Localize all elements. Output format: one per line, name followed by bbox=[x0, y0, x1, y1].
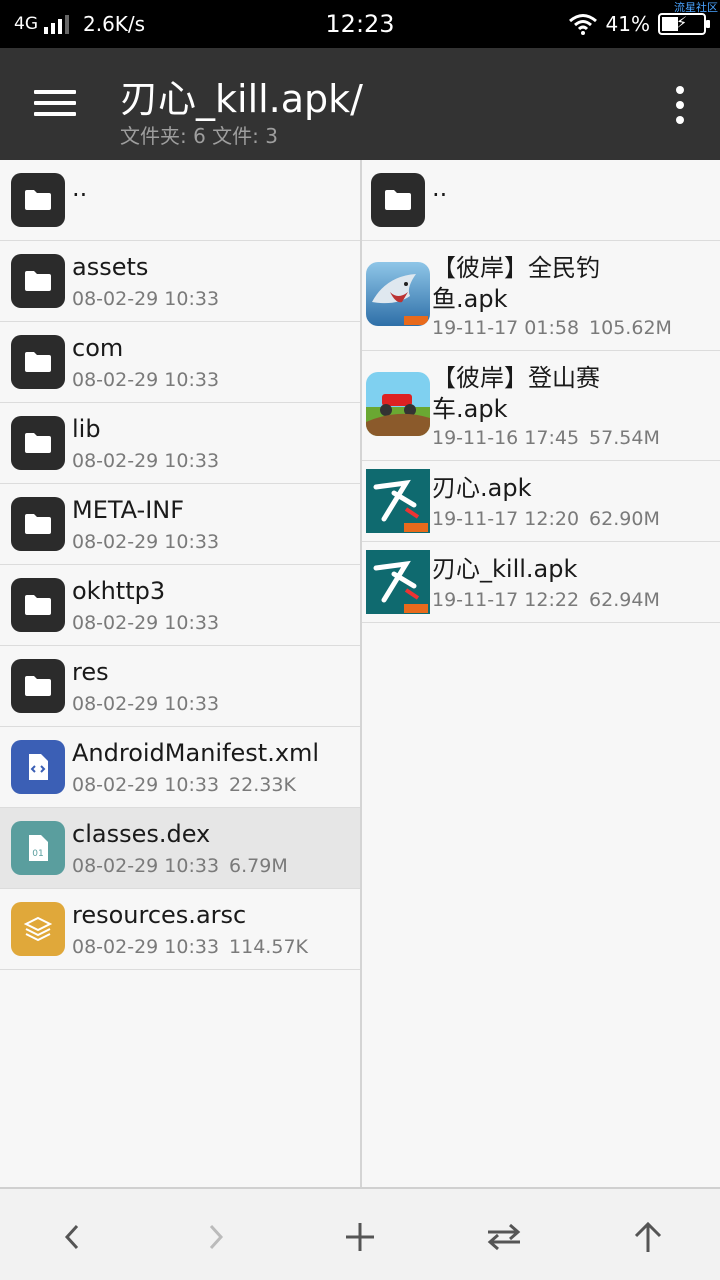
add-icon[interactable] bbox=[340, 1217, 380, 1257]
battery-icon: ⚡ bbox=[658, 13, 710, 35]
item-date: 08-02-29 10:33 bbox=[72, 288, 220, 310]
list-item[interactable]: assets 08-02-29 10:33 bbox=[0, 241, 360, 322]
list-item[interactable]: lib 08-02-29 10:33 bbox=[0, 403, 360, 484]
item-name: .. bbox=[432, 174, 448, 202]
item-name: classes.dex bbox=[72, 820, 211, 848]
folder-icon bbox=[371, 173, 425, 227]
item-meta: 08-02-29 10:33 114.57K bbox=[72, 936, 308, 958]
folder-icon bbox=[11, 659, 65, 713]
item-date: 08-02-29 10:33 bbox=[72, 855, 220, 877]
item-date: 19-11-17 01:58 bbox=[432, 317, 580, 339]
folder-icon bbox=[11, 335, 65, 389]
item-size: 22.33K bbox=[229, 774, 296, 796]
item-date: 19-11-17 12:22 bbox=[432, 589, 580, 611]
list-item-parent[interactable]: .. bbox=[362, 160, 720, 241]
item-size: 105.62M bbox=[589, 317, 672, 339]
status-right: 41% ⚡ bbox=[568, 12, 710, 36]
item-name: META-INF bbox=[72, 496, 185, 524]
item-size: 62.90M bbox=[589, 508, 660, 530]
right-file-pane[interactable]: .. 【彼岸】全民钓鱼.apk 19-11-17 01:58 105.62M 【彼… bbox=[362, 160, 720, 1187]
list-item-selected[interactable]: 01 classes.dex 08-02-29 10:33 6.79M bbox=[0, 808, 360, 889]
battery-percent: 41% bbox=[605, 12, 650, 36]
item-date: 19-11-17 12:20 bbox=[432, 508, 580, 530]
bottom-action-bar bbox=[0, 1187, 720, 1280]
item-name: com bbox=[72, 334, 124, 362]
list-item[interactable]: okhttp3 08-02-29 10:33 bbox=[0, 565, 360, 646]
item-name: res bbox=[72, 658, 109, 686]
item-name: okhttp3 bbox=[72, 577, 166, 605]
back-icon[interactable] bbox=[52, 1217, 92, 1257]
list-item-parent[interactable]: .. bbox=[0, 160, 360, 241]
hamburger-menu-icon[interactable] bbox=[34, 86, 76, 120]
path-title: 刃心_kill.apk/ bbox=[120, 77, 363, 121]
item-size: 114.57K bbox=[229, 936, 308, 958]
more-options-icon[interactable] bbox=[674, 86, 686, 124]
left-file-pane[interactable]: .. assets 08-02-29 10:33 com 08-02-29 10… bbox=[0, 160, 360, 1187]
list-item[interactable]: resources.arsc 08-02-29 10:33 114.57K bbox=[0, 889, 360, 970]
svg-text:01: 01 bbox=[32, 849, 43, 859]
item-meta: 08-02-29 10:33 bbox=[72, 693, 219, 715]
list-item[interactable]: 刃心_kill.apk 19-11-17 12:22 62.94M bbox=[362, 542, 720, 623]
forward-icon[interactable] bbox=[196, 1217, 236, 1257]
app-toolbar: 刃心_kill.apk/ 文件夹: 6 文件: 3 bbox=[0, 48, 720, 160]
path-summary: 文件夹: 6 文件: 3 bbox=[120, 124, 278, 148]
list-item[interactable]: AndroidManifest.xml 08-02-29 10:33 22.33K bbox=[0, 727, 360, 808]
item-meta: 08-02-29 10:33 bbox=[72, 612, 219, 634]
up-icon[interactable] bbox=[628, 1217, 668, 1257]
list-item[interactable]: 【彼岸】全民钓鱼.apk 19-11-17 01:58 105.62M bbox=[362, 241, 720, 351]
item-meta: 08-02-29 10:33 bbox=[72, 531, 219, 553]
item-name: 【彼岸】全民钓鱼.apk bbox=[432, 254, 600, 313]
item-meta: 19-11-17 01:58 105.62M bbox=[432, 317, 672, 339]
item-size: 62.94M bbox=[589, 589, 660, 611]
blade-app-icon bbox=[366, 550, 430, 614]
item-name: resources.arsc bbox=[72, 901, 247, 929]
item-date: 08-02-29 10:33 bbox=[72, 612, 220, 634]
item-date: 08-02-29 10:33 bbox=[72, 774, 220, 796]
list-item[interactable]: 【彼岸】登山赛车.apk 19-11-16 17:45 57.54M bbox=[362, 351, 720, 461]
list-item[interactable]: 刃心.apk 19-11-17 12:20 62.90M bbox=[362, 461, 720, 542]
item-meta: 19-11-16 17:45 57.54M bbox=[432, 427, 660, 449]
swap-icon[interactable] bbox=[484, 1217, 524, 1257]
item-date: 19-11-16 17:45 bbox=[432, 427, 580, 449]
item-name: 【彼岸】登山赛车.apk bbox=[432, 364, 600, 423]
folder-icon bbox=[11, 173, 65, 227]
item-meta: 08-02-29 10:33 bbox=[72, 288, 219, 310]
item-meta: 08-02-29 10:33 bbox=[72, 369, 219, 391]
item-name: AndroidManifest.xml bbox=[72, 739, 320, 767]
item-name: assets bbox=[72, 253, 149, 281]
folder-icon bbox=[11, 416, 65, 470]
status-bar: 4G 2.6K/s 12:23 41% ⚡ 流星社区 bbox=[0, 0, 720, 48]
item-name: .. bbox=[72, 174, 88, 202]
watermark: 流星社区 bbox=[674, 1, 718, 14]
item-meta: 19-11-17 12:20 62.90M bbox=[432, 508, 660, 530]
hill-climb-app-icon bbox=[366, 372, 430, 436]
folder-icon bbox=[11, 497, 65, 551]
list-item[interactable]: com 08-02-29 10:33 bbox=[0, 322, 360, 403]
blade-app-icon bbox=[366, 469, 430, 533]
item-meta: 08-02-29 10:33 6.79M bbox=[72, 855, 288, 877]
item-meta: 08-02-29 10:33 22.33K bbox=[72, 774, 296, 796]
item-date: 08-02-29 10:33 bbox=[72, 693, 220, 715]
item-name: 刃心.apk bbox=[432, 474, 532, 502]
item-date: 08-02-29 10:33 bbox=[72, 369, 220, 391]
item-date: 08-02-29 10:33 bbox=[72, 936, 220, 958]
item-meta: 19-11-17 12:22 62.94M bbox=[432, 589, 660, 611]
xml-file-icon bbox=[11, 740, 65, 794]
item-size: 57.54M bbox=[589, 427, 660, 449]
wifi-icon bbox=[568, 14, 597, 35]
layers-file-icon bbox=[11, 902, 65, 956]
item-date: 08-02-29 10:33 bbox=[72, 450, 220, 472]
dex-file-icon: 01 bbox=[11, 821, 65, 875]
item-name: lib bbox=[72, 415, 101, 443]
shark-app-icon bbox=[366, 262, 430, 326]
item-size: 6.79M bbox=[229, 855, 288, 877]
folder-icon bbox=[11, 254, 65, 308]
item-meta: 08-02-29 10:33 bbox=[72, 450, 219, 472]
item-date: 08-02-29 10:33 bbox=[72, 531, 220, 553]
item-name: 刃心_kill.apk bbox=[432, 555, 578, 583]
list-item[interactable]: META-INF 08-02-29 10:33 bbox=[0, 484, 360, 565]
list-item[interactable]: res 08-02-29 10:33 bbox=[0, 646, 360, 727]
folder-icon bbox=[11, 578, 65, 632]
